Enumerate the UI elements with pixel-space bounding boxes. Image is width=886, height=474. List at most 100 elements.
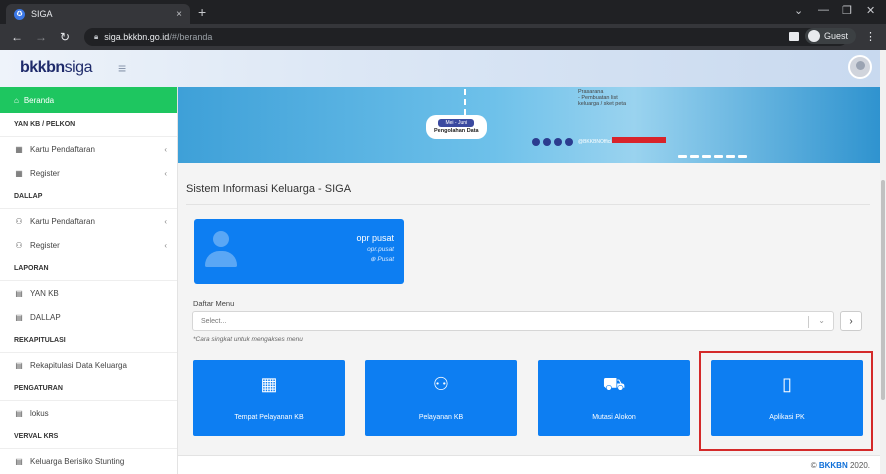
sidebar-item[interactable]: ▤ lokus bbox=[0, 401, 177, 425]
instagram-icon bbox=[554, 138, 562, 146]
chevron-left-icon[interactable]: ‹ bbox=[164, 241, 167, 250]
carousel-dot[interactable] bbox=[726, 155, 735, 158]
sidebar-section-header: YAN KB / PELKON bbox=[0, 113, 177, 137]
carousel-dot[interactable] bbox=[714, 155, 723, 158]
sidebar-item-label: Kartu Pendaftaran bbox=[30, 216, 95, 226]
url-path: /#/beranda bbox=[169, 32, 213, 42]
sidebar-item[interactable]: ▤ DALLAP bbox=[0, 305, 177, 329]
user-card: opr pusat opr.pusat ⊕ Pusat bbox=[194, 219, 404, 284]
sidebar-item[interactable]: ▦ Kartu Pendaftaran ‹ bbox=[0, 137, 177, 161]
sidebar-item[interactable]: ⚇ Kartu Pendaftaran ‹ bbox=[0, 209, 177, 233]
chevron-left-icon[interactable]: ‹ bbox=[164, 145, 167, 154]
main-content: Prasarana - Pembuatan list keluarga / sk… bbox=[178, 87, 880, 474]
home-icon: ⌂ bbox=[14, 95, 19, 105]
carousel-dot[interactable] bbox=[702, 155, 711, 158]
browser-tab[interactable]: ✪ SIGA × bbox=[6, 4, 190, 24]
banner-timeline-pill: Mei - Juni Pengolahan Data bbox=[426, 115, 487, 139]
forward-arrow-icon[interactable]: → bbox=[34, 30, 48, 44]
carousel-dot[interactable] bbox=[678, 155, 687, 158]
user-silhouette-icon bbox=[204, 229, 238, 273]
menu-select-placeholder: Select... bbox=[201, 317, 227, 325]
logo-main: bkkbn bbox=[20, 59, 65, 76]
chevron-left-icon[interactable]: ‹ bbox=[164, 217, 167, 226]
sidebar-item[interactable]: ▤ YAN KB bbox=[0, 281, 177, 305]
guest-avatar-icon bbox=[807, 30, 820, 42]
sidebar-section-header: VERVAL KRS bbox=[0, 425, 177, 449]
browser-menu-icon[interactable]: ⋮ bbox=[865, 30, 876, 43]
scroll-thumb[interactable] bbox=[881, 180, 885, 400]
app-logo[interactable]: bkkbnsiga bbox=[20, 59, 92, 77]
sidebar-section-header: REKAPITULASI bbox=[0, 329, 177, 353]
document-icon: ▤ bbox=[15, 312, 23, 322]
browser-tab-bar: ✪ SIGA × + ⌄ — ❐ ✕ bbox=[0, 0, 886, 24]
sidebar-item[interactable]: ▤ Keluarga Berisiko Stunting bbox=[0, 449, 177, 473]
sidebar-item-label: Kartu Pendaftaran bbox=[30, 144, 95, 154]
new-tab-button[interactable]: + bbox=[198, 4, 206, 20]
footer-brand[interactable]: BKKBN bbox=[819, 461, 848, 470]
page-scrollbar[interactable] bbox=[880, 50, 886, 474]
tile-pelayanan-kb[interactable]: ⚇ Pelayanan KB bbox=[365, 360, 517, 436]
siga-favicon-icon: ✪ bbox=[14, 8, 25, 20]
sidebar-item-label: Register bbox=[30, 240, 60, 250]
back-arrow-icon[interactable]: ← bbox=[10, 30, 24, 44]
sidebar-item-label: YAN KB bbox=[30, 288, 59, 298]
youtube-icon bbox=[565, 138, 573, 146]
table-icon: ▦ bbox=[15, 144, 23, 154]
people-icon: ⚇ bbox=[432, 374, 450, 394]
tile-label: Tempat Pelayanan KB bbox=[234, 414, 304, 421]
carousel-dot[interactable] bbox=[690, 155, 699, 158]
tab-title: SIGA bbox=[31, 9, 53, 19]
sidebar-section-header: LAPORAN bbox=[0, 257, 177, 281]
reload-icon[interactable]: ↻ bbox=[58, 30, 72, 44]
document-icon: ▤ bbox=[15, 456, 23, 466]
tile-mutasi-alokon[interactable]: ⛟ Mutasi Alokon bbox=[538, 360, 690, 436]
social-handle: @BKKBNOfficial bbox=[578, 139, 616, 145]
highlight-box bbox=[699, 351, 873, 451]
user-username: opr.pusat bbox=[367, 246, 394, 253]
chevron-down-icon[interactable]: ⌄ bbox=[818, 316, 825, 325]
banner-line: keluarga / sket peta bbox=[578, 101, 627, 107]
menu-label: Daftar Menu bbox=[193, 299, 235, 308]
document-icon: ▤ bbox=[15, 408, 23, 418]
hamburger-menu-icon[interactable]: ≡ bbox=[118, 60, 126, 76]
document-icon: ▤ bbox=[15, 288, 23, 298]
facebook-icon bbox=[543, 138, 551, 146]
twitter-icon bbox=[532, 138, 540, 146]
minimize-button[interactable]: — bbox=[818, 4, 829, 16]
carousel-dot[interactable] bbox=[738, 155, 747, 158]
restore-button[interactable]: ❐ bbox=[842, 4, 852, 17]
guest-profile-button[interactable]: Guest bbox=[804, 28, 856, 44]
logo-sub: siga bbox=[64, 59, 93, 76]
table-icon: ▦ bbox=[15, 168, 23, 178]
banner-timeline-line bbox=[464, 89, 466, 115]
lock-icon[interactable]: 🔒︎ bbox=[94, 32, 98, 42]
level-icon: ⊕ bbox=[370, 256, 376, 263]
chevron-left-icon[interactable]: ‹ bbox=[164, 169, 167, 178]
copyright-symbol: © bbox=[810, 461, 817, 470]
menu-select[interactable]: Select... ⌄ bbox=[192, 311, 834, 331]
sidebar-item-label: Rekapitulasi Data Keluarga bbox=[30, 360, 127, 370]
reading-mode-icon[interactable] bbox=[788, 31, 799, 41]
sidebar-item-label: Beranda bbox=[23, 95, 55, 105]
tab-search-icon[interactable]: ⌄ bbox=[794, 4, 803, 17]
tile-tempat-pelayanan-kb[interactable]: ▦ Tempat Pelayanan KB bbox=[193, 360, 345, 436]
sidebar-item[interactable]: ▤ Rekapitulasi Data Keluarga bbox=[0, 353, 177, 377]
footer: © BKKBN 2020. bbox=[178, 455, 880, 474]
sidebar-item-label: DALLAP bbox=[30, 312, 61, 322]
menu-hint: *Cara singkat untuk mengakses menu bbox=[193, 336, 303, 343]
url-input[interactable]: 🔒︎ siga.bkkbn.go.id/#/beranda bbox=[84, 28, 848, 46]
sidebar-item-beranda[interactable]: ⌂ Beranda bbox=[0, 87, 177, 113]
tab-close-icon[interactable]: × bbox=[176, 9, 182, 20]
address-bar: ← → ↻ 🔒︎ siga.bkkbn.go.id/#/beranda bbox=[0, 24, 886, 50]
sidebar: ⌂ Beranda YAN KB / PELKON ▦ Kartu Pendafta… bbox=[0, 87, 178, 474]
go-button[interactable]: › bbox=[840, 311, 862, 331]
app-header: bkkbnsiga ≡ bbox=[0, 50, 880, 87]
sidebar-item[interactable]: ▦ Register ‹ bbox=[0, 161, 177, 185]
info-banner: Prasarana - Pembuatan list keluarga / sk… bbox=[178, 87, 880, 163]
window-close-button[interactable]: ✕ bbox=[866, 4, 875, 17]
sidebar-section-header: PENGATURAN bbox=[0, 377, 177, 401]
sidebar-item[interactable]: ⚇ Register ‹ bbox=[0, 233, 177, 257]
profile-area: Guest bbox=[788, 28, 856, 44]
footer-copyright: © BKKBN 2020. bbox=[811, 461, 870, 470]
user-avatar[interactable] bbox=[848, 55, 872, 79]
